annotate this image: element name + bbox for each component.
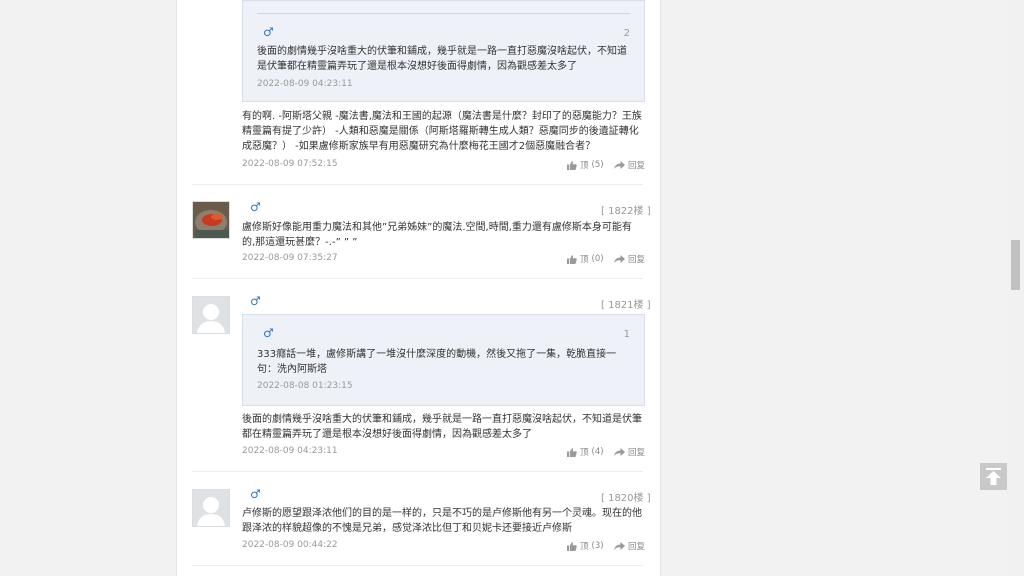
like-count: (5) (591, 160, 604, 170)
default-avatar-icon (193, 490, 229, 526)
thumbs-up-icon (567, 160, 577, 170)
like-count: (0) (591, 254, 604, 264)
post-timestamp: 2022-08-09 07:35:27 (242, 253, 338, 263)
reply-button[interactable]: 回复 (614, 159, 645, 171)
thumbs-up-icon (567, 254, 577, 264)
page-scrollbar[interactable] (1007, 0, 1024, 576)
post-text: 卢修斯的愿望跟泽浓他们的目的是一样的，只是不巧的是卢修斯他有另一个灵魂。现在的他… (242, 508, 642, 534)
floor-number: [ 1822楼 ] (601, 206, 651, 217)
share-arrow-icon (614, 542, 625, 550)
quote-text: 後面的劇情幾乎沒啥重大的伏筆和鋪成，幾乎就是一路一直打惡魔沒啥起伏，不知道是伏筆… (257, 46, 627, 72)
post-divider (192, 184, 643, 185)
male-icon: ♂ (250, 294, 261, 308)
reply-label: 回复 (628, 255, 646, 265)
share-arrow-icon (614, 161, 625, 169)
like-label: 顶 (580, 448, 589, 458)
reply-button[interactable]: 回复 (614, 446, 645, 458)
like-count: (3) (591, 541, 604, 551)
like-button[interactable]: 顶 (0) (567, 253, 604, 265)
male-icon: ♂ (263, 25, 274, 39)
post-divider (192, 565, 643, 566)
post-divider (192, 278, 643, 279)
scrollbar-thumb[interactable] (1011, 240, 1020, 290)
reply-label: 回复 (628, 161, 646, 171)
quote-divider (257, 13, 630, 14)
quote-number: 1 (623, 329, 630, 340)
share-arrow-icon (614, 448, 625, 456)
share-arrow-icon (614, 255, 625, 263)
post-text: 盧修斯好像能用重力魔法和其他”兄弟姊妹”的魔法.空間,時間,重力還有盧修斯本身可… (242, 222, 632, 248)
post-timestamp: 2022-08-09 04:23:11 (242, 446, 338, 456)
quote-text: 333癮話一堆，盧修斯講了一堆沒什麼深度的動機，然後又拖了一集，乾脆直接一句：洗… (257, 349, 617, 375)
quote-box: ♂ 2 後面的劇情幾乎沒啥重大的伏筆和鋪成，幾乎就是一路一直打惡魔沒啥起伏，不知… (242, 0, 645, 102)
male-icon: ♂ (263, 326, 274, 340)
reply-button[interactable]: 回复 (614, 540, 645, 552)
post-divider (192, 471, 643, 472)
quote-timestamp: 2022-08-09 04:23:11 (257, 79, 353, 89)
avatar[interactable] (192, 489, 230, 527)
thumbs-up-icon (567, 541, 577, 551)
like-button[interactable]: 顶 (3) (567, 540, 604, 552)
back-to-top-button[interactable] (980, 463, 1007, 490)
post-timestamp: 2022-08-09 00:44:22 (242, 540, 338, 550)
reply-button[interactable]: 回复 (614, 253, 645, 265)
quote-number: 2 (623, 28, 630, 39)
quote-box: ♂ 1 333癮話一堆，盧修斯講了一堆沒什麼深度的動機，然後又拖了一集，乾脆直接… (242, 314, 645, 406)
default-avatar-icon (193, 297, 229, 333)
avatar[interactable] (192, 201, 230, 239)
floor-number: [ 1821楼 ] (601, 300, 651, 311)
like-count: (4) (591, 447, 604, 457)
quote-timestamp: 2022-08-08 01:23:15 (257, 381, 353, 391)
like-label: 顶 (580, 542, 589, 552)
like-label: 顶 (580, 161, 589, 171)
floor-number: [ 1820楼 ] (601, 493, 651, 504)
arrow-up-icon (986, 468, 1001, 485)
like-button[interactable]: 顶 (5) (567, 159, 604, 171)
avatar-photo (193, 202, 229, 238)
thumbs-up-icon (567, 447, 577, 457)
male-icon: ♂ (250, 487, 261, 501)
avatar[interactable] (192, 296, 230, 334)
like-button[interactable]: 顶 (4) (567, 446, 604, 458)
reply-text: 有的啊. -阿斯塔父親 -魔法書,魔法和王國的起源（魔法書是什麼？封印了的惡魔能… (242, 111, 642, 152)
reply-timestamp: 2022-08-09 07:52:15 (242, 159, 338, 169)
reply-label: 回复 (628, 448, 646, 458)
like-label: 顶 (580, 255, 589, 265)
reply-label: 回复 (628, 542, 646, 552)
male-icon: ♂ (250, 200, 261, 214)
post-text: 後面的劇情幾乎沒啥重大的伏筆和鋪成，幾乎就是一路一直打惡魔沒啥起伏，不知道是伏筆… (242, 414, 642, 440)
